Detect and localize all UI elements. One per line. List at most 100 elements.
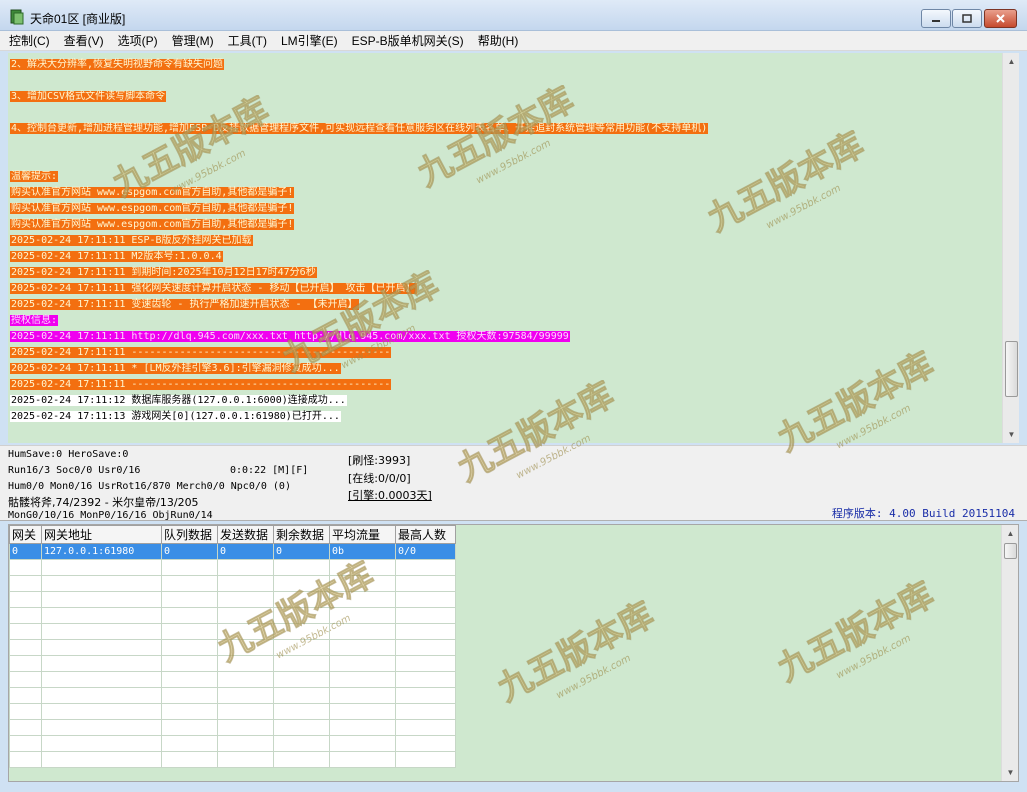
window-title: 天命01区 [商业版] <box>30 12 126 26</box>
run-status: Run16/3 Soc0/0 Usr0/16 <box>8 465 141 476</box>
scroll-down-icon[interactable]: ▼ <box>1002 764 1018 781</box>
menu-manage[interactable]: 管理(M) <box>172 32 214 49</box>
table-row[interactable]: 0 127.0.0.1:61980 0 0 0 0b 0/0 <box>9 543 456 560</box>
table-cell <box>395 591 456 608</box>
log-lines: 2、解决大分辨率,恢复失明视野命令有缺失问题 3、增加CSV格式文件读写脚本命令 4… <box>10 57 1000 425</box>
log-scrollbar[interactable]: ▲ ▼ <box>1002 53 1019 443</box>
maximize-button[interactable] <box>952 9 982 28</box>
menu-control[interactable]: 控制(C) <box>9 32 50 49</box>
table-cell <box>329 703 396 720</box>
log-line-text: 2025-02-24 17:11:11 ESP-B版反外挂网关已加载 <box>10 235 253 246</box>
table-row[interactable] <box>9 559 456 576</box>
log-line-text: 2025-02-24 17:11:11 M2版本号:1.0.0.4 <box>10 251 223 262</box>
column-header[interactable]: 平均流量 <box>329 525 396 544</box>
log-line-text: 购买认准官方网站 www.espgom.com官方自助,其他都是骗子! <box>10 203 295 214</box>
log-line: 2025-02-24 17:11:11 M2版本号:1.0.0.4 <box>10 249 1000 265</box>
table-cell <box>217 735 274 752</box>
log-panel[interactable]: 2、解决大分辨率,恢复失明视野命令有缺失问题 3、增加CSV格式文件读写脚本命令 4… <box>8 53 1019 443</box>
table-cell <box>273 655 330 672</box>
scroll-thumb[interactable] <box>1004 543 1017 559</box>
close-icon <box>996 14 1005 23</box>
column-header[interactable]: 剩余数据 <box>273 525 330 544</box>
table-row[interactable] <box>9 735 456 752</box>
table-cell <box>9 655 42 672</box>
scroll-up-icon[interactable]: ▲ <box>1002 525 1018 542</box>
minimize-button[interactable] <box>921 9 951 28</box>
table-row[interactable] <box>9 751 456 768</box>
table-row[interactable] <box>9 639 456 656</box>
gateway-table-panel[interactable]: 网关 网关地址 队列数据 发送数据 剩余数据 平均流量 最高人数 0 127.0.0.1:61… <box>8 524 1019 782</box>
close-button[interactable] <box>984 9 1017 28</box>
table-cell <box>395 639 456 656</box>
table-cell <box>395 703 456 720</box>
log-line: 2025-02-24 17:11:11 --------------------… <box>10 345 1000 361</box>
log-line: 3、增加CSV格式文件读写脚本命令 <box>10 89 1000 105</box>
table-row[interactable] <box>9 591 456 608</box>
log-line: 2025-02-24 17:11:11 变速齿轮 - 执行严格加速开启状态 - … <box>10 297 1000 313</box>
table-row[interactable] <box>9 575 456 592</box>
table-cell <box>329 607 396 624</box>
table-cell <box>395 735 456 752</box>
column-header[interactable]: 发送数据 <box>217 525 274 544</box>
table-row[interactable] <box>9 655 456 672</box>
column-header[interactable]: 最高人数 <box>395 525 456 544</box>
table-cell <box>41 623 162 640</box>
app-icon <box>10 9 24 25</box>
log-line-text: 温馨提示: <box>10 171 59 182</box>
table-row[interactable] <box>9 719 456 736</box>
table-cell <box>9 703 42 720</box>
table-cell <box>395 751 456 768</box>
table-cell: 0 <box>217 543 274 560</box>
menu-tools[interactable]: 工具(T) <box>228 32 267 49</box>
table-row[interactable] <box>9 687 456 704</box>
log-line-text: 购买认准官方网站 www.espgom.com官方自助,其他都是骗子! <box>10 187 295 198</box>
table-cell <box>273 559 330 576</box>
status-panel: HumSave:0 HeroSave:0 Run16/3 Soc0/0 Usr0… <box>0 445 1027 521</box>
log-line: 4、控制台更新,增加进程管理功能,增加ESP-B反挂数据管理程序文件,可实现远程… <box>10 121 1000 137</box>
table-cell <box>273 687 330 704</box>
scroll-down-icon[interactable]: ▼ <box>1003 426 1019 443</box>
column-header[interactable]: 队列数据 <box>161 525 218 544</box>
table-cell <box>9 591 42 608</box>
table-cell <box>9 559 42 576</box>
column-header[interactable]: 网关地址 <box>41 525 162 544</box>
table-cell <box>329 575 396 592</box>
table-row[interactable] <box>9 671 456 688</box>
table-cell: 0/0 <box>395 543 456 560</box>
engine-status[interactable]: [引擎:0.0003天] <box>348 487 432 503</box>
log-line: 授权信息: <box>10 313 1000 329</box>
hum-save-status: HumSave:0 HeroSave:0 <box>8 449 129 460</box>
log-line: 2025-02-24 17:11:11 http://dlq.945.com/x… <box>10 329 1000 345</box>
title-bar[interactable]: 天命01区 [商业版] <box>0 0 1027 31</box>
table-cell: 0 <box>273 543 330 560</box>
menu-view[interactable]: 查看(V) <box>64 32 104 49</box>
table-cell <box>41 607 162 624</box>
table-row[interactable] <box>9 703 456 720</box>
menu-esp-gateway[interactable]: ESP-B版单机网关(S) <box>352 32 464 49</box>
table-cell <box>161 719 218 736</box>
table-cell <box>217 607 274 624</box>
scroll-thumb[interactable] <box>1005 341 1018 397</box>
table-cell <box>273 671 330 688</box>
table-cell <box>395 559 456 576</box>
menu-bar: 控制(C) 查看(V) 选项(P) 管理(M) 工具(T) LM引擎(E) ES… <box>0 31 1027 51</box>
table-cell: 0b <box>329 543 396 560</box>
table-cell <box>9 671 42 688</box>
table-cell <box>41 751 162 768</box>
table-cell <box>41 703 162 720</box>
table-cell <box>395 719 456 736</box>
table-cell <box>161 751 218 768</box>
log-line-text: 购买认准官方网站 www.espgom.com官方自助,其他都是骗子! <box>10 219 295 230</box>
table-cell: 0 <box>9 543 42 560</box>
table-cell <box>9 623 42 640</box>
menu-options[interactable]: 选项(P) <box>118 32 158 49</box>
table-scrollbar[interactable]: ▲ ▼ <box>1001 525 1018 781</box>
menu-help[interactable]: 帮助(H) <box>478 32 519 49</box>
menu-lm-engine[interactable]: LM引擎(E) <box>281 32 338 49</box>
log-line-text: 2025-02-24 17:11:13 游戏网关[0](127.0.0.1:61… <box>10 411 341 422</box>
column-header[interactable]: 网关 <box>9 525 42 544</box>
table-row[interactable] <box>9 623 456 640</box>
table-cell <box>217 591 274 608</box>
table-row[interactable] <box>9 607 456 624</box>
scroll-up-icon[interactable]: ▲ <box>1003 53 1019 70</box>
